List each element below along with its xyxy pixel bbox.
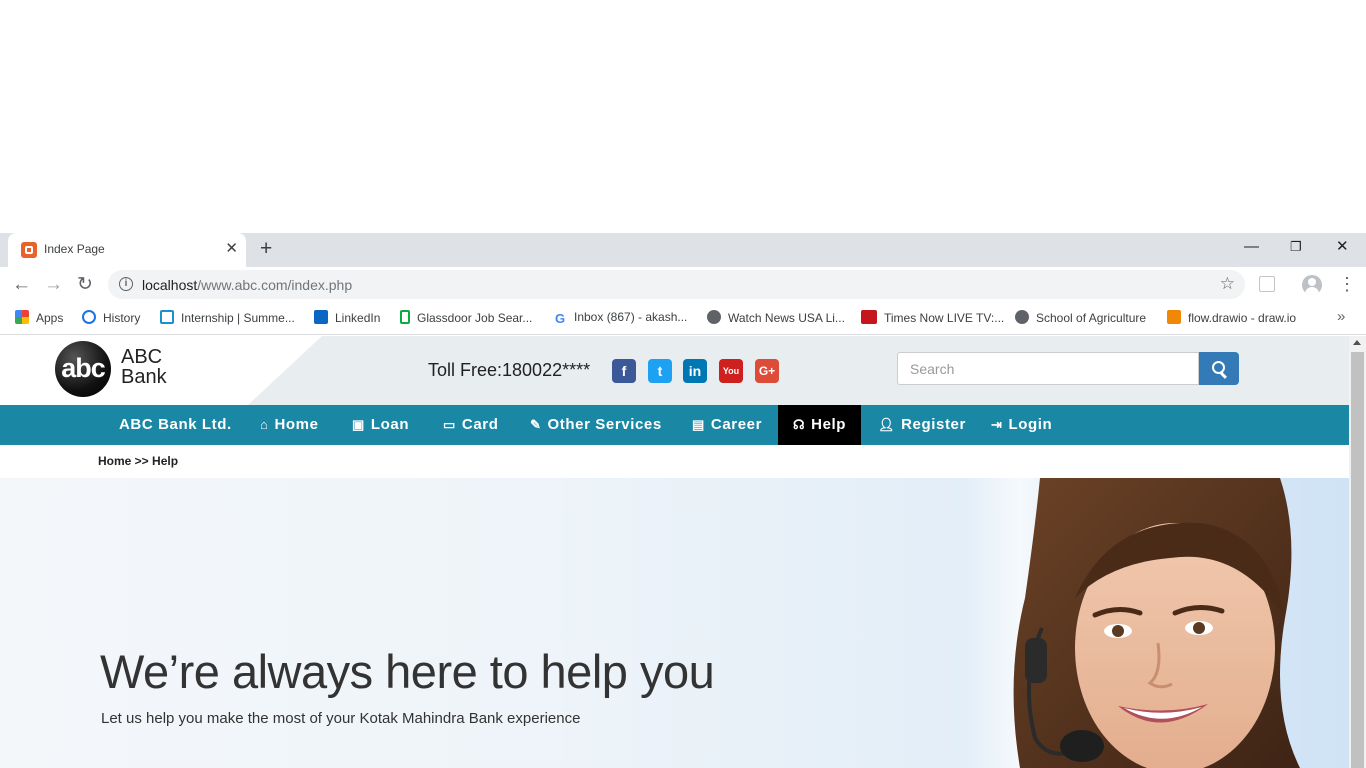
briefcase-icon: ▤ — [692, 417, 705, 432]
site-header: abc ABC Bank Toll Free:180022**** f t in… — [0, 336, 1349, 405]
internshala-icon — [160, 310, 174, 324]
logo-line-2: Bank — [121, 366, 167, 388]
bookmarks-bar: Apps History Internship | Summe... Linke… — [0, 303, 1366, 335]
address-bar[interactable]: i localhost/www.abc.com/index.php ☆ — [108, 270, 1245, 299]
url-text: localhost/www.abc.com/index.php — [142, 277, 352, 293]
scrollbar-thumb[interactable] — [1351, 352, 1364, 768]
google-plus-icon[interactable]: G+ — [755, 359, 779, 383]
abc-logo-icon[interactable]: abc — [55, 341, 111, 397]
google-icon: G — [554, 311, 566, 326]
hero-subtitle: Let us help you make the most of your Ko… — [101, 710, 581, 727]
url-host: localhost — [142, 277, 198, 293]
bookmark-glassdoor[interactable]: Glassdoor Job Sear... — [400, 310, 532, 325]
facebook-icon[interactable]: f — [612, 359, 636, 383]
minimize-icon[interactable]: — — [1244, 237, 1259, 257]
nav-career[interactable]: ▤ Career — [692, 405, 762, 445]
browser-toolbar: ← → ↻ i localhost/www.abc.com/index.php … — [0, 267, 1366, 303]
nav-other-services[interactable]: ✎ Other Services — [530, 405, 662, 445]
url-path: /www.abc.com/index.php — [197, 277, 353, 293]
bookmark-apps[interactable]: Apps — [15, 310, 63, 325]
back-icon[interactable]: ← — [12, 275, 31, 295]
apps-grid-icon — [15, 310, 29, 324]
globe-icon — [707, 310, 721, 324]
close-tab-icon[interactable]: ✕ — [225, 239, 238, 259]
linkedin-icon — [314, 310, 328, 324]
scroll-up-icon[interactable] — [1353, 340, 1361, 345]
nav-register[interactable]: 👤︎ Register — [878, 405, 966, 445]
credit-card-icon: ▭ — [443, 417, 456, 432]
magic-wand-icon: ✎ — [530, 417, 542, 432]
tab-strip: Index Page ✕ + — ❐ ✕ — [0, 233, 1366, 267]
toll-free-number: Toll Free:180022**** — [428, 360, 591, 380]
logo-line-1: ABC — [121, 346, 163, 368]
bookmark-school-agriculture[interactable]: School of Agriculture — [1015, 310, 1146, 325]
nav-card[interactable]: ▭ Card — [443, 405, 498, 445]
bookmark-internship[interactable]: Internship | Summe... — [160, 310, 295, 325]
search-input[interactable] — [897, 352, 1199, 385]
headphones-icon: ☊ — [793, 417, 806, 432]
info-icon[interactable]: i — [119, 277, 133, 291]
user-icon: 👤︎ — [878, 417, 896, 432]
bookmark-star-icon[interactable]: ☆ — [1220, 274, 1235, 294]
support-agent-photo — [1013, 478, 1300, 768]
more-bookmarks-icon[interactable]: » — [1337, 308, 1345, 325]
bookmark-watch-news[interactable]: Watch News USA Li... — [707, 310, 845, 325]
glassdoor-icon — [400, 310, 410, 324]
tab-title: Index Page — [44, 242, 105, 256]
page-scrollbar[interactable] — [1349, 336, 1366, 768]
history-icon — [82, 310, 96, 324]
money-icon: ▣ — [352, 417, 365, 432]
nav-loan[interactable]: ▣ Loan — [352, 405, 409, 445]
twitter-icon[interactable]: t — [648, 359, 672, 383]
search-button[interactable] — [1199, 352, 1239, 385]
nav-login[interactable]: ⇥ Login — [991, 405, 1052, 445]
reload-icon[interactable]: ↻ — [77, 275, 93, 295]
close-window-icon[interactable]: ✕ — [1336, 237, 1349, 257]
globe-icon — [1015, 310, 1029, 324]
bookmark-inbox[interactable]: G Inbox (867) - akash... — [553, 310, 687, 326]
menu-kebab-icon[interactable]: ⋮ — [1338, 274, 1356, 294]
web-page: abc ABC Bank Toll Free:180022**** f t in… — [0, 336, 1349, 768]
youtube-icon[interactable]: You — [719, 359, 743, 383]
profile-avatar-icon[interactable] — [1302, 275, 1322, 295]
hero-banner: We’re always here to help you Let us hel… — [0, 478, 1349, 768]
xampp-favicon-icon — [21, 242, 37, 258]
restore-icon[interactable]: ❐ — [1290, 237, 1302, 257]
login-icon: ⇥ — [991, 417, 1003, 432]
drawio-icon — [1167, 310, 1181, 324]
new-tab-icon[interactable]: + — [260, 238, 272, 260]
bookmark-linkedin[interactable]: LinkedIn — [314, 310, 380, 325]
browser-tab[interactable]: Index Page ✕ — [8, 233, 246, 267]
nav-help[interactable]: ☊ Help — [778, 405, 862, 445]
nav-brand[interactable]: ABC Bank Ltd. — [119, 405, 232, 445]
main-nav: ABC Bank Ltd. ⌂ Home ▣ Loan ▭ Card ✎ Other S… — [0, 405, 1349, 445]
hero-title: We’re always here to help you — [100, 645, 715, 698]
bookmark-drawio[interactable]: flow.drawio - draw.io — [1167, 310, 1296, 325]
logo-text[interactable]: ABC Bank — [121, 347, 167, 387]
forward-icon[interactable]: → — [44, 275, 63, 295]
breadcrumb: Home >> Help — [0, 445, 1349, 478]
home-icon: ⌂ — [260, 417, 269, 432]
nav-home[interactable]: ⌂ Home — [260, 405, 319, 445]
breadcrumb-text[interactable]: Home >> Help — [98, 454, 178, 468]
extension-icon[interactable] — [1259, 276, 1275, 292]
times-now-icon — [861, 310, 877, 324]
linkedin-icon[interactable]: in — [683, 359, 707, 383]
bookmark-history[interactable]: History — [82, 310, 140, 325]
bookmark-times-now[interactable]: Times Now LIVE TV:... — [861, 310, 1004, 325]
